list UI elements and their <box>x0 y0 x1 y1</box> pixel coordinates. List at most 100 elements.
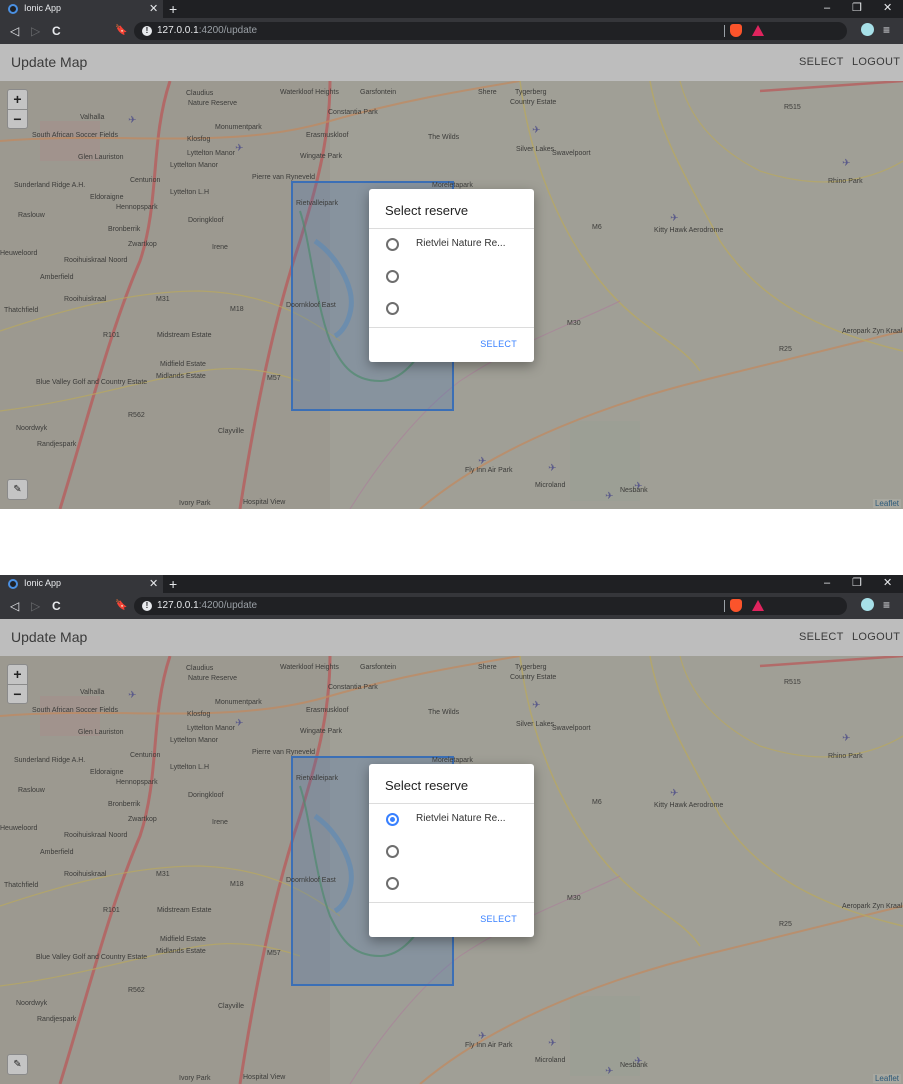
map-place-label: M18 <box>230 306 244 313</box>
brave-shields-icon[interactable] <box>730 24 742 37</box>
select-reserve-dialog: Select reserve Rietvlei Nature Re... SEL… <box>369 189 534 362</box>
header-select-button[interactable]: SELECT <box>799 631 844 643</box>
zoom-control: + − <box>7 664 28 704</box>
map-place-label: Microland <box>535 1057 565 1064</box>
dialog-select-button[interactable]: SELECT <box>480 914 517 924</box>
zoom-in-button[interactable]: + <box>8 665 27 684</box>
reserve-option[interactable] <box>369 868 534 900</box>
edit-layers-button[interactable]: ✎ <box>7 479 28 500</box>
site-info-icon[interactable]: ! <box>142 26 152 36</box>
tab-close-icon[interactable]: ✕ <box>149 2 158 16</box>
browser-menu-icon[interactable]: ≡ <box>883 597 890 613</box>
select-reserve-dialog: Select reserve Rietvlei Nature Re... SEL… <box>369 764 534 937</box>
radio-button[interactable] <box>386 845 399 858</box>
ionic-favicon-icon <box>8 579 18 589</box>
map-place-label: Shere <box>478 664 497 671</box>
map-place-label: Valhalla <box>80 689 104 696</box>
reserve-option[interactable] <box>369 293 534 325</box>
map-place-label: Garsfontein <box>360 89 396 96</box>
address-bar[interactable]: ! 127.0.0.1:4200/update <box>134 597 847 615</box>
profile-avatar[interactable] <box>861 23 874 36</box>
reserve-option[interactable]: Rietvlei Nature Re... <box>369 229 534 261</box>
browser-window: Ionic App ✕ + – ❐ ✕ ◁ ▷ C 🔖 ! 127.0.0.1:… <box>0 0 903 509</box>
map-place-label: Rooihuiskraal Noord <box>64 832 128 839</box>
forward-button[interactable]: ▷ <box>31 598 40 614</box>
edit-layers-button[interactable]: ✎ <box>7 1054 28 1075</box>
brave-rewards-icon[interactable] <box>752 25 764 36</box>
map-place-label: Country Estate <box>510 674 556 681</box>
leaflet-attribution-link[interactable]: Leaflet <box>872 1074 901 1083</box>
radio-button[interactable] <box>386 813 399 826</box>
brave-shields-icon[interactable] <box>730 599 742 612</box>
zoom-out-button[interactable]: − <box>8 685 27 704</box>
new-tab-button[interactable]: + <box>169 575 177 593</box>
map-view[interactable]: ✈ ✈ ✈ ✈ ✈ ✈ ✈ ✈ ✈ Claudius Nature Reserve Waterkloo… <box>0 81 903 509</box>
bookmark-icon[interactable]: 🔖 <box>115 598 127 614</box>
zoom-in-button[interactable]: + <box>8 90 27 109</box>
new-tab-button[interactable]: + <box>169 0 177 18</box>
airfield-icon: ✈ <box>548 463 556 474</box>
map-place-label: Rietvalleipark <box>296 775 339 782</box>
map-place-label: Hospital View <box>243 499 286 506</box>
map-place-label: Eldoraigne <box>90 769 124 776</box>
reload-button[interactable]: C <box>52 598 61 614</box>
logout-button[interactable]: LOGOUT <box>852 631 900 643</box>
map-place-label: Lyttelton Manor <box>187 725 236 732</box>
airfield-icon: ✈ <box>670 788 678 799</box>
radio-button[interactable] <box>386 270 399 283</box>
page-title: Update Map <box>11 629 88 645</box>
restore-button[interactable]: ❐ <box>852 1 862 15</box>
map-place-label: Sunderland Ridge A.H. <box>14 182 85 189</box>
url-text: 127.0.0.1:4200/update <box>157 25 257 36</box>
browser-tab[interactable]: Ionic App ✕ <box>0 575 163 593</box>
browser-tab[interactable]: Ionic App ✕ <box>0 0 163 18</box>
bookmark-icon[interactable]: 🔖 <box>115 23 127 39</box>
back-button[interactable]: ◁ <box>10 23 19 39</box>
address-bar[interactable]: ! 127.0.0.1:4200/update <box>134 22 847 40</box>
header-select-button[interactable]: SELECT <box>799 56 844 68</box>
back-button[interactable]: ◁ <box>10 598 19 614</box>
site-info-icon[interactable]: ! <box>142 601 152 611</box>
map-place-label: Sunderland Ridge A.H. <box>14 757 85 764</box>
map-place-label: R101 <box>103 332 120 339</box>
reserve-option[interactable] <box>369 261 534 293</box>
map-place-label: Tygerberg <box>515 89 547 96</box>
map-place-label: Glen Lauriston <box>78 729 124 736</box>
dialog-bottom-divider <box>369 327 534 328</box>
map-place-label: Ivory Park <box>179 1075 211 1082</box>
url-host: 127.0.0.1 <box>157 25 199 36</box>
map-place-label: R562 <box>128 987 145 994</box>
forward-button[interactable]: ▷ <box>31 23 40 39</box>
map-place-label: M31 <box>156 871 170 878</box>
brave-rewards-icon[interactable] <box>752 600 764 611</box>
zoom-out-button[interactable]: − <box>8 110 27 129</box>
airfield-icon: ✈ <box>235 718 243 729</box>
close-window-button[interactable]: ✕ <box>883 1 892 15</box>
browser-menu-icon[interactable]: ≡ <box>883 22 890 38</box>
minimize-button[interactable]: – <box>824 1 830 15</box>
map-place-label: The Wilds <box>428 709 460 716</box>
minimize-button[interactable]: – <box>824 576 830 590</box>
map-view[interactable]: ✈ ✈ ✈ ✈ ✈ ✈ ✈ ✈ ✈ Claudius Nature Reserve Waterkloo… <box>0 656 903 1084</box>
restore-button[interactable]: ❐ <box>852 576 862 590</box>
logout-button[interactable]: LOGOUT <box>852 56 900 68</box>
map-place-label: Waterkloof Heights <box>280 664 339 671</box>
close-window-button[interactable]: ✕ <box>883 576 892 590</box>
map-place-label: Doornkloof East <box>286 302 336 309</box>
tab-close-icon[interactable]: ✕ <box>149 577 158 591</box>
tab-title: Ionic App <box>24 578 62 588</box>
map-place-label: Rietvalleipark <box>296 200 339 207</box>
reload-button[interactable]: C <box>52 23 61 39</box>
radio-button[interactable] <box>386 877 399 890</box>
reserve-option[interactable] <box>369 836 534 868</box>
radio-button[interactable] <box>386 302 399 315</box>
map-place-label: Constantia Park <box>328 109 378 116</box>
browser-toolbar: ◁ ▷ C 🔖 ! 127.0.0.1:4200/update ≡ <box>0 18 903 44</box>
leaflet-attribution-link[interactable]: Leaflet <box>872 499 901 508</box>
radio-button[interactable] <box>386 238 399 251</box>
url-text: 127.0.0.1:4200/update <box>157 600 257 611</box>
dialog-select-button[interactable]: SELECT <box>480 339 517 349</box>
profile-avatar[interactable] <box>861 598 874 611</box>
reserve-option[interactable]: Rietvlei Nature Re... <box>369 804 534 836</box>
map-place-label: Midstream Estate <box>157 907 212 914</box>
